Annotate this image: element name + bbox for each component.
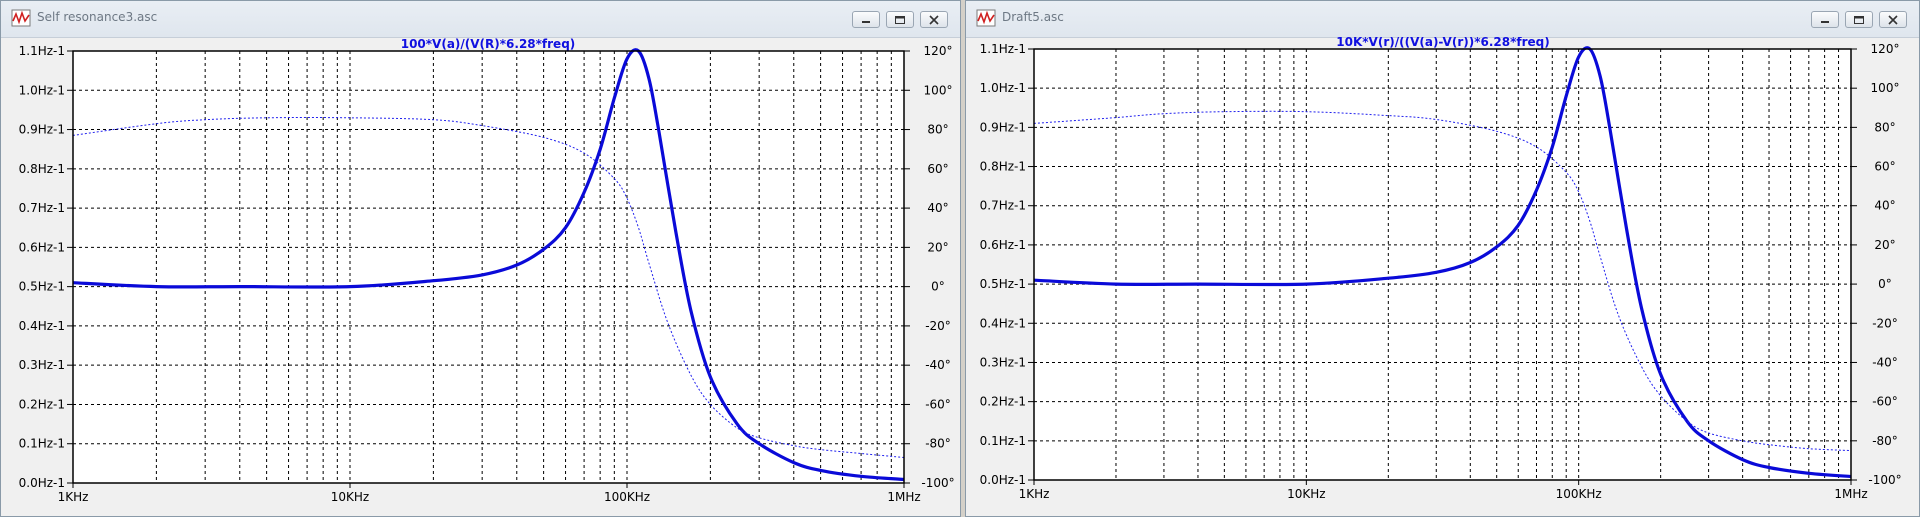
y-left-tick-label: 0.6Hz-1 (980, 238, 1026, 252)
y-left-tick-label: 0.7Hz-1 (980, 199, 1026, 213)
y-left-tick-label: 0.2Hz-1 (19, 397, 65, 411)
bode-plot-right[interactable]: 0.0Hz-1 0.1Hz-1 0.2Hz-1 0.3Hz-1 0.4Hz-1 0.5Hz… (966, 37, 1919, 516)
x-tick-label: 1MHz (887, 490, 920, 504)
x-tick-label: 1KHz (1019, 487, 1050, 501)
plot-area (73, 51, 904, 483)
y-left-tick-label: 0.3Hz-1 (980, 355, 1026, 369)
plot-area (1034, 49, 1851, 480)
x-tick-label: 1MHz (1834, 487, 1867, 501)
y-right-tick-label: -60° (925, 397, 951, 411)
close-icon (929, 14, 939, 25)
window-title: Self resonance3.asc (37, 10, 158, 24)
restore-icon (1854, 15, 1864, 24)
y-right-tick-label: 100° (1871, 81, 1900, 95)
waveform-app-icon (976, 9, 996, 27)
window-titlebar[interactable]: Self resonance3.asc (1, 1, 960, 38)
y-right-tick-label: 0° (931, 280, 945, 294)
y-right-tick-label: 40° (927, 201, 948, 215)
y-right-tick-label: -80° (1872, 434, 1898, 448)
y-left-tick-label: 0.2Hz-1 (980, 395, 1026, 409)
chart-title: 100*V(a)/(V(R)*6.28*freq) (401, 37, 576, 51)
waveform-window-left: Self resonance3.asc 0.0Hz-1 0.1Hz-1 0.2Hz-… (0, 0, 961, 517)
y-right-tick-label: 100° (924, 83, 953, 97)
y-left-tick-label: 1.0Hz-1 (980, 81, 1026, 95)
window-titlebar[interactable]: Draft5.asc (966, 1, 1919, 38)
y-right-tick-label: -20° (925, 319, 951, 333)
minimize-icon (1821, 20, 1829, 23)
y-right-tick-label: 80° (1874, 120, 1895, 134)
waveform-app-icon (11, 9, 31, 27)
y-right-tick-label: -100° (921, 476, 954, 490)
waveform-window-right: Draft5.asc 0.0Hz-1 0.1Hz-1 0.2Hz-1 0.3Hz-1 0… (965, 0, 1920, 517)
y-left-tick-label: 1.1Hz-1 (980, 42, 1026, 56)
y-left-tick-label: 0.0Hz-1 (980, 473, 1026, 487)
y-right-tick-label: -20° (1872, 316, 1898, 330)
y-right-tick-label: 60° (1874, 160, 1895, 174)
y-right-tick-label: 20° (1874, 238, 1895, 252)
x-tick-label: 10KHz (331, 490, 369, 504)
y-left-tick-label: 0.5Hz-1 (980, 277, 1026, 291)
y-right-tick-label: 0° (1878, 277, 1892, 291)
minimize-button[interactable] (852, 11, 880, 28)
y-right-tick-label: -40° (1872, 355, 1898, 369)
y-right-tick-label: -80° (925, 437, 951, 451)
y-right-tick-label: -60° (1872, 395, 1898, 409)
x-tick-label: 100KHz (604, 490, 650, 504)
y-left-tick-label: 0.0Hz-1 (19, 476, 65, 490)
y-right-tick-label: 20° (927, 240, 948, 254)
y-left-tick-label: 0.1Hz-1 (19, 437, 65, 451)
y-left-tick-label: 0.5Hz-1 (19, 280, 65, 294)
y-left-tick-label: 0.6Hz-1 (19, 240, 65, 254)
y-left-tick-label: 0.8Hz-1 (980, 160, 1026, 174)
y-right-tick-label: 80° (927, 123, 948, 137)
minimize-button[interactable] (1811, 11, 1839, 28)
restore-button[interactable] (1845, 11, 1873, 28)
restore-icon (895, 15, 905, 24)
y-left-tick-label: 0.3Hz-1 (19, 358, 65, 372)
y-left-tick-label: 1.0Hz-1 (19, 83, 65, 97)
y-left-tick-label: 0.1Hz-1 (980, 434, 1026, 448)
y-right-tick-label: -100° (1868, 473, 1901, 487)
y-right-tick-label: 120° (924, 44, 953, 58)
x-tick-label: 1KHz (58, 490, 89, 504)
y-left-tick-label: 1.1Hz-1 (19, 44, 65, 58)
y-left-tick-label: 0.8Hz-1 (19, 162, 65, 176)
y-right-tick-label: -40° (925, 358, 951, 372)
chart-title: 10K*V(r)/((V(a)-V(r))*6.28*freq) (1336, 37, 1549, 49)
y-left-tick-label: 0.7Hz-1 (19, 201, 65, 215)
y-right-tick-label: 60° (927, 162, 948, 176)
bode-plot-left[interactable]: 0.0Hz-1 0.1Hz-1 0.2Hz-1 0.3Hz-1 0.4Hz-1 0.5Hz… (1, 37, 960, 516)
x-tick-label: 10KHz (1287, 487, 1325, 501)
restore-button[interactable] (886, 11, 914, 28)
x-tick-label: 100KHz (1556, 487, 1602, 501)
y-right-tick-label: 40° (1874, 199, 1895, 213)
y-right-tick-label: 120° (1871, 42, 1900, 56)
close-button[interactable] (920, 11, 948, 28)
y-left-tick-label: 0.9Hz-1 (980, 120, 1026, 134)
close-button[interactable] (1879, 11, 1907, 28)
y-left-tick-label: 0.4Hz-1 (980, 316, 1026, 330)
close-icon (1888, 14, 1898, 25)
minimize-icon (862, 20, 870, 23)
y-left-tick-label: 0.9Hz-1 (19, 123, 65, 137)
window-title: Draft5.asc (1002, 10, 1064, 24)
y-left-tick-label: 0.4Hz-1 (19, 319, 65, 333)
